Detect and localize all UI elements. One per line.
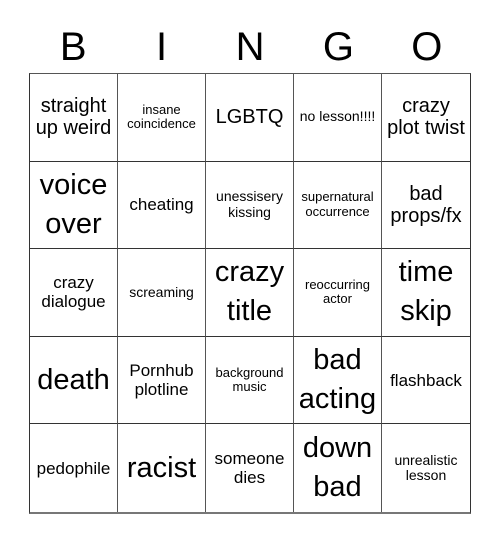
cell-label: no lesson!!!! xyxy=(299,108,376,125)
cell-label: unessisery kissing xyxy=(216,188,283,220)
bingo-cell[interactable]: insane coincidence xyxy=(118,74,206,162)
cell-label: LGBTQ xyxy=(215,106,284,129)
bingo-header: B I N G O xyxy=(29,22,471,73)
bingo-cell[interactable]: reoccurring actor xyxy=(294,249,382,337)
cell-label: pedophile xyxy=(36,458,111,478)
bingo-cell[interactable]: crazy plot twist xyxy=(382,74,470,162)
bingo-cell[interactable]: bad acting xyxy=(294,336,382,425)
cell-label: Pornhub plotline xyxy=(129,361,194,400)
cell-label: flashback xyxy=(390,370,462,390)
bingo-cell[interactable]: no lesson!!!! xyxy=(294,74,382,162)
cell-label: death xyxy=(37,363,110,396)
bingo-cell[interactable]: crazy dialogue xyxy=(30,249,118,337)
cell-label: time skip xyxy=(398,256,454,328)
cell-label: cheating xyxy=(129,195,194,215)
bingo-cell[interactable]: death xyxy=(30,336,118,425)
bingo-cell[interactable]: cheating xyxy=(118,161,206,250)
header-letter-b: B xyxy=(59,25,87,69)
cell-label: racist xyxy=(126,451,197,484)
bingo-grid: straight up weird insane coincidence LGB… xyxy=(29,73,471,514)
bingo-cell[interactable]: flashback xyxy=(382,337,470,425)
header-letter-i: I xyxy=(156,25,168,69)
bingo-cell-center[interactable]: crazy title xyxy=(206,249,294,337)
bingo-cell[interactable]: LGBTQ xyxy=(206,74,294,162)
bingo-cell[interactable]: straight up weird xyxy=(30,74,118,162)
cell-label: screaming xyxy=(129,283,194,300)
header-letter-g: G xyxy=(322,25,354,69)
bingo-cell[interactable]: pedophile xyxy=(30,424,118,512)
cell-label: someone dies xyxy=(214,449,285,488)
bingo-cell[interactable]: supernatural occurrence xyxy=(294,161,382,250)
header-letter-n: N xyxy=(235,25,265,69)
cell-label: insane coincidence xyxy=(127,101,196,132)
bingo-cell[interactable]: time skip xyxy=(382,249,470,337)
bingo-cell[interactable]: unessisery kissing xyxy=(206,161,294,250)
cell-label: down bad xyxy=(302,432,373,504)
cell-label: background music xyxy=(215,364,284,395)
bingo-cell[interactable]: Pornhub plotline xyxy=(118,336,206,425)
bingo-cell[interactable]: background music xyxy=(206,336,294,425)
bingo-cell[interactable]: screaming xyxy=(118,249,206,337)
cell-label: crazy title xyxy=(214,256,285,328)
cell-label: voice over xyxy=(39,168,108,240)
bingo-cell[interactable]: voice over xyxy=(30,161,118,250)
cell-label: bad props/fx xyxy=(390,182,462,227)
cell-label: reoccurring actor xyxy=(304,276,371,307)
cell-label: crazy plot twist xyxy=(387,94,465,140)
header-letter-o: O xyxy=(411,25,443,69)
bingo-cell[interactable]: down bad xyxy=(294,424,382,512)
bingo-cell[interactable]: someone dies xyxy=(206,424,294,512)
bingo-cell[interactable]: bad props/fx xyxy=(382,162,470,250)
cell-label: unrealistic lesson xyxy=(394,451,458,484)
cell-label: crazy dialogue xyxy=(41,273,106,312)
cell-label: supernatural occurrence xyxy=(301,189,374,219)
cell-label: straight up weird xyxy=(35,94,112,140)
bingo-cell[interactable]: racist xyxy=(118,424,206,512)
cell-label: bad acting xyxy=(298,343,377,416)
bingo-cell[interactable]: unrealistic lesson xyxy=(382,424,470,512)
